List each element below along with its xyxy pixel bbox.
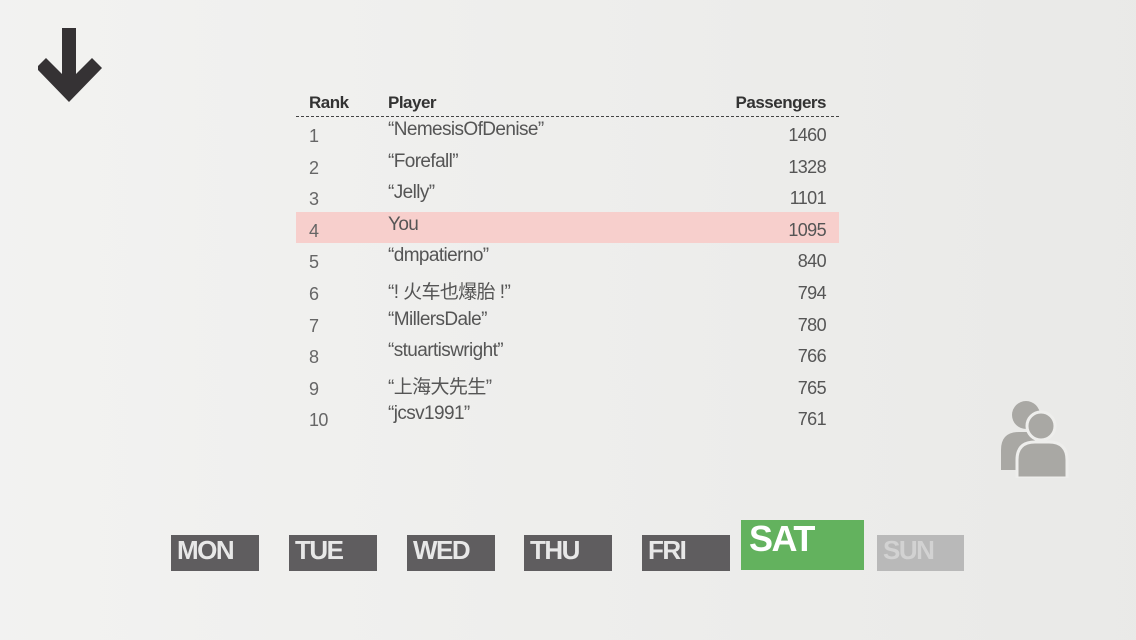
rank-cell: 2	[309, 157, 319, 178]
leaderboard: Rank Player Passengers 1 “NemesisOfDenise…	[296, 90, 839, 433]
rank-cell: 7	[309, 315, 319, 336]
leaderboard-row: 3 “Jelly” 1101	[296, 180, 839, 212]
leaderboard-row-you: 4 You 1095	[296, 211, 839, 244]
leaderboard-row: 6 “! 火车也爆胎 !” 794	[296, 275, 839, 307]
friends-icon[interactable]	[997, 398, 1071, 478]
player-cell: “jcsv1991”	[388, 403, 470, 425]
player-cell: “上海大先生”	[388, 376, 492, 398]
leaderboard-row: 7 “MillersDale” 780	[296, 307, 839, 339]
rank-cell: 8	[309, 347, 319, 368]
player-cell: “stuartiswright”	[388, 340, 504, 362]
day-button-fri[interactable]: FRI	[642, 535, 730, 571]
rank-cell: 9	[309, 378, 319, 399]
rank-cell: 6	[309, 283, 319, 304]
day-button-tue[interactable]: TUE	[289, 535, 377, 571]
passengers-cell: 1460	[788, 125, 826, 145]
player-cell: “NemesisOfDenise”	[388, 119, 544, 140]
player-cell: “Jelly”	[388, 182, 435, 204]
rank-cell: 5	[309, 252, 319, 273]
leaderboard-rows: 1 “NemesisOfDenise” 1460 2 “Forefall” 1328 3 “J…	[296, 117, 839, 433]
leaderboard-row: 9 “上海大先生” 765	[296, 370, 839, 402]
down-arrow-icon[interactable]	[38, 26, 102, 104]
passengers-cell: 765	[797, 377, 827, 398]
player-header: Player	[388, 93, 437, 112]
passengers-cell: 766	[797, 346, 827, 367]
player-cell: “! 火车也爆胎 !”	[388, 281, 511, 303]
passengers-cell: 840	[797, 251, 827, 272]
rank-cell: 4	[309, 220, 319, 241]
player-cell: You	[388, 213, 419, 235]
leaderboard-row: 8 “stuartiswright” 766	[296, 338, 839, 370]
player-cell: “dmpatierno”	[388, 245, 489, 267]
day-button-wed[interactable]: WED	[407, 535, 495, 571]
rank-cell: 3	[309, 189, 319, 210]
passengers-cell: 1328	[788, 156, 826, 177]
day-button-mon[interactable]: MON	[171, 535, 259, 571]
passengers-cell: 761	[797, 409, 827, 430]
passengers-header: Passengers	[735, 93, 827, 112]
leaderboard-row: 2 “Forefall” 1328	[296, 149, 839, 181]
rank-cell: 1	[309, 126, 319, 146]
passengers-cell: 1101	[789, 188, 827, 209]
player-cell: “Forefall”	[388, 150, 459, 172]
passengers-cell: 780	[797, 314, 827, 335]
rank-header: Rank	[309, 93, 349, 112]
day-button-thu[interactable]: THU	[524, 535, 612, 571]
rank-cell: 10	[309, 410, 328, 431]
passengers-cell: 794	[797, 282, 827, 303]
leaderboard-row: 5 “dmpatierno” 840	[296, 243, 839, 275]
leaderboard-row: 10 “jcsv1991” 761	[296, 401, 839, 433]
leaderboard-header: Rank Player Passengers	[296, 90, 839, 117]
passengers-cell: 1095	[788, 219, 826, 240]
day-button-sun: SUN	[877, 535, 964, 571]
day-button-sat[interactable]: SAT	[741, 520, 864, 570]
player-cell: “MillersDale”	[388, 308, 487, 330]
leaderboard-row: 1 “NemesisOfDenise” 1460	[296, 117, 839, 149]
